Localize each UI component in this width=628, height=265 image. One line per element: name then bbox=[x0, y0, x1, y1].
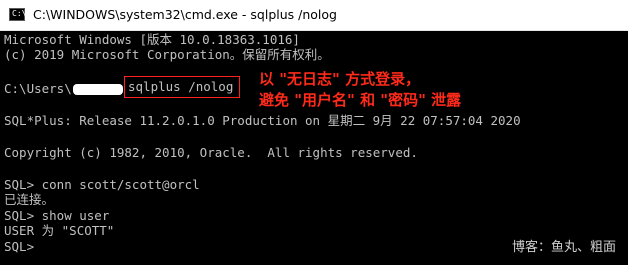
annotation-line-1: 以 "无日志" 方式登录， bbox=[259, 70, 421, 88]
console-line-conn: SQL> conn scott/scott@orcl bbox=[4, 177, 200, 192]
console-line-sql-prompt: SQL> bbox=[4, 239, 35, 254]
console-line-connected: 已连接。 bbox=[4, 192, 55, 207]
console-line-version: Microsoft Windows [版本 10.0.18363.1016] bbox=[4, 32, 300, 47]
console-line-prompt-path: C:\Users\ bbox=[4, 81, 123, 96]
console-line-user-result: USER 为 "SCOTT" bbox=[4, 223, 115, 238]
highlighted-command-box: sqlplus /nolog bbox=[124, 76, 240, 98]
window-title: C:\WINDOWS\system32\cmd.exe - sqlplus /n… bbox=[33, 7, 337, 22]
redacted-username bbox=[72, 84, 123, 95]
console-line-sqlplus-release: SQL*Plus: Release 11.2.0.1.0 Production … bbox=[4, 113, 521, 128]
console-line-copyright-oracle: Copyright (c) 1982, 2010, Oracle. All ri… bbox=[4, 145, 418, 160]
console-line-show-user: SQL> show user bbox=[4, 208, 110, 223]
highlighted-command: sqlplus /nolog bbox=[128, 79, 234, 94]
cmd-prompt-icon: C:\ bbox=[9, 8, 27, 21]
prompt-path-text: C:\Users\ bbox=[4, 81, 72, 96]
cmd-prompt-icon-glyph: C:\ bbox=[12, 9, 27, 18]
title-bar[interactable]: C:\ C:\WINDOWS\system32\cmd.exe - sqlplu… bbox=[0, 0, 628, 31]
annotation-line-2: 避免 "用户名" 和 "密码" 泄露 bbox=[259, 91, 462, 109]
cmd-window: C:\ C:\WINDOWS\system32\cmd.exe - sqlplu… bbox=[0, 0, 628, 265]
console-output[interactable]: Microsoft Windows [版本 10.0.18363.1016] (… bbox=[0, 31, 628, 265]
blog-watermark: 博客：鱼丸、粗面 bbox=[511, 240, 616, 255]
console-line-copyright-ms: (c) 2019 Microsoft Corporation。保留所有权利。 bbox=[4, 47, 330, 62]
